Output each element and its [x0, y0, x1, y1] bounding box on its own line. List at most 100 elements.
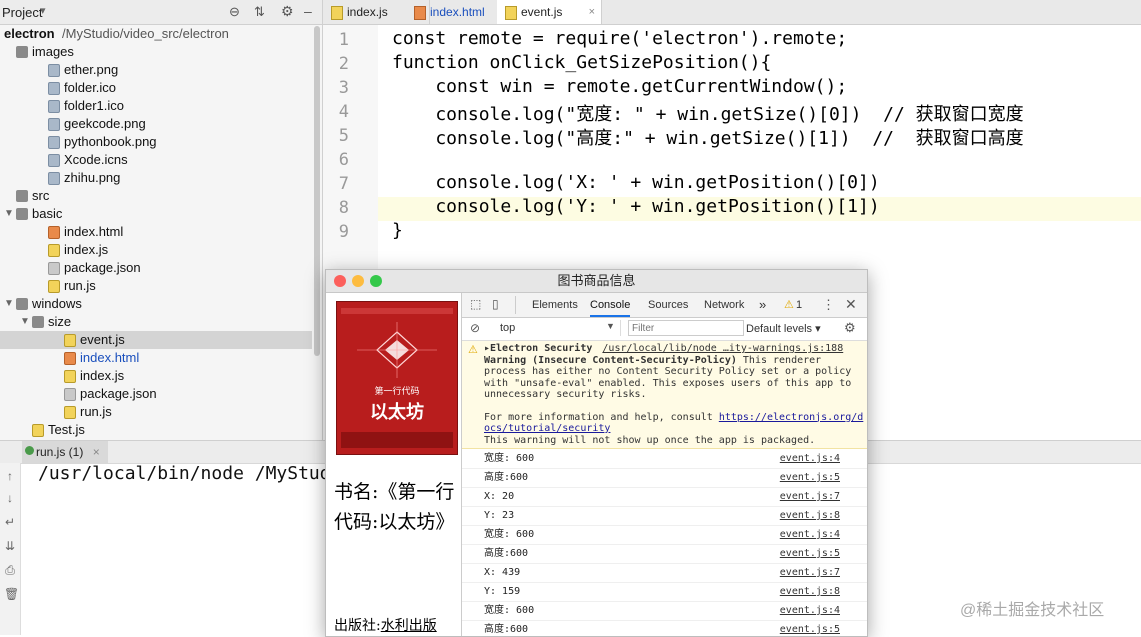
close-icon[interactable]: ✕ [845, 296, 857, 313]
tree-item[interactable]: run.js [0, 403, 312, 421]
tree-item-label: run.js [64, 278, 96, 293]
tree-item-label: src [32, 188, 50, 203]
tree-item[interactable]: index.html [0, 349, 312, 367]
scroll-from-source-icon[interactable]: ⇅ [254, 4, 265, 20]
log-source-link[interactable]: event.js:8 [780, 506, 840, 525]
console-filter-input[interactable] [628, 320, 744, 336]
console-filterbar: ⊘ top ▼ Default levels ▾ ⚙ [462, 318, 867, 341]
tree-item[interactable]: event.js [0, 331, 312, 349]
gear-icon[interactable]: ⚙ [281, 3, 294, 20]
project-title[interactable]: Project [2, 5, 42, 20]
app-titlebar[interactable]: 图书商品信息 [326, 270, 867, 293]
tab-network[interactable]: Network [704, 293, 744, 317]
code-line[interactable]: const remote = require('electron').remot… [392, 28, 847, 49]
tree-item[interactable]: index.html [0, 223, 312, 241]
log-source-link[interactable]: event.js:8 [780, 582, 840, 601]
log-source-link[interactable]: event.js:4 [780, 449, 840, 468]
chevron-down-icon[interactable]: ▼ [4, 205, 14, 223]
code-line[interactable]: } [392, 220, 403, 241]
tree-item[interactable]: src [0, 187, 312, 205]
log-source-link[interactable]: event.js:7 [780, 563, 840, 582]
warning-icon: ⚠ [468, 344, 478, 356]
code-line[interactable]: const win = remote.getCurrentWindow(); [392, 76, 847, 97]
tree-item[interactable]: index.js [0, 367, 312, 385]
tree-item[interactable]: ▼ basic [0, 205, 312, 223]
tree-item[interactable]: geekcode.png [0, 115, 312, 133]
clear-console-icon[interactable]: ⊘ [470, 321, 480, 335]
chevron-down-icon[interactable]: ▾ [40, 4, 46, 17]
scrollbar[interactable] [314, 26, 320, 356]
device-toolbar-icon[interactable]: ▯ [492, 297, 499, 311]
context-select[interactable]: top ▼ [492, 320, 621, 336]
warning-title[interactable]: ▸Electron Security [484, 343, 592, 354]
more-tabs-button[interactable]: » [759, 293, 766, 317]
trash-icon[interactable]: 🗑 [4, 587, 19, 601]
gear-icon[interactable]: ⚙ [844, 320, 856, 336]
log-source-link[interactable]: event.js:5 [780, 544, 840, 563]
folder-icon [16, 190, 28, 202]
run-tab[interactable]: run.js (1) × [22, 441, 108, 463]
tree-item[interactable]: images [0, 43, 312, 61]
project-panel: Project ▾ ⊖ ⇅ ⚙ – electron /MyStudio/vid… [0, 0, 323, 440]
file-icon [48, 64, 60, 77]
chevron-down-icon: ▼ [606, 321, 615, 331]
log-message: Y: 159 [484, 586, 521, 597]
tree-item[interactable]: pythonbook.png [0, 133, 312, 151]
log-source-link[interactable]: event.js:7 [780, 487, 840, 506]
code-line[interactable]: function onClick_GetSizePosition(){ [392, 52, 771, 73]
log-source-link[interactable]: event.js:5 [780, 620, 840, 636]
close-icon[interactable]: × [93, 445, 100, 459]
tree-root[interactable]: electron /MyStudio/video_src/electron [0, 25, 312, 43]
chevron-down-icon[interactable]: ▼ [4, 295, 14, 313]
log-message: X: 20 [484, 491, 515, 502]
tree-item-label: package.json [64, 260, 141, 275]
tab-sources[interactable]: Sources [648, 293, 688, 317]
tree-item[interactable]: ▼ size [0, 313, 312, 331]
menu-icon[interactable]: ⋮ [822, 297, 835, 313]
tab-event-js[interactable]: event.js × [497, 0, 602, 24]
inspect-icon[interactable]: ⬚ [470, 297, 481, 311]
tree-item[interactable]: folder1.ico [0, 97, 312, 115]
tree-item[interactable]: run.js [0, 277, 312, 295]
publisher-value[interactable]: 水利出版 [381, 618, 437, 634]
tree-item[interactable]: folder.ico [0, 79, 312, 97]
log-levels-select[interactable]: Default levels ▾ [746, 322, 821, 335]
tree-item-label: index.html [80, 350, 140, 365]
scroll-end-icon[interactable]: ⇊ [4, 539, 16, 553]
line-number: 6 [338, 150, 349, 170]
code-line[interactable]: console.log("高度:" + win.getSize()[1]) //… [392, 124, 1023, 150]
log-message: Y: 23 [484, 510, 515, 521]
chevron-down-icon[interactable]: ▼ [20, 313, 30, 331]
tree-item[interactable]: zhihu.png [0, 169, 312, 187]
warning-icon[interactable]: ⚠ [784, 298, 794, 311]
tree-item[interactable]: Xcode.icns [0, 151, 312, 169]
print-icon[interactable]: ⎙ [4, 563, 16, 578]
collapse-icon[interactable]: ⊖ [229, 4, 240, 20]
up-arrow-icon[interactable]: ↑ [4, 469, 16, 483]
tree-item[interactable]: index.js [0, 241, 312, 259]
down-arrow-icon[interactable]: ↓ [4, 491, 16, 505]
code-line[interactable]: console.log('X: ' + win.getPosition()[0]… [392, 172, 879, 193]
code-line[interactable]: console.log("宽度: " + win.getSize()[0]) /… [392, 100, 1023, 126]
tree-item[interactable]: ether.png [0, 61, 312, 79]
file-icon [48, 244, 60, 257]
tree-item[interactable]: Test.js [0, 421, 312, 439]
log-source-link[interactable]: event.js:4 [780, 601, 840, 620]
console-log-row: 宽度: 600 event.js:4 [462, 601, 867, 621]
tree-item[interactable]: ▼ windows [0, 295, 312, 313]
tab-label: index.html [430, 5, 485, 19]
log-source-link[interactable]: event.js:5 [780, 468, 840, 487]
warning-source[interactable]: /usr/local/lib/node …ity-warnings.js:188 [602, 343, 843, 354]
file-icon [48, 280, 60, 293]
tree-item[interactable]: package.json [0, 259, 312, 277]
tab-elements[interactable]: Elements [532, 293, 578, 317]
log-message: 高度:600 [484, 548, 529, 559]
hide-icon[interactable]: – [304, 3, 312, 19]
tree-item[interactable]: package.json [0, 385, 312, 403]
file-icon [64, 352, 76, 365]
tab-console[interactable]: Console [590, 293, 631, 317]
code-line[interactable]: console.log('Y: ' + win.getPosition()[1]… [392, 196, 879, 217]
wrap-icon[interactable]: ↵ [4, 515, 16, 529]
close-icon[interactable]: × [589, 0, 595, 24]
log-source-link[interactable]: event.js:4 [780, 525, 840, 544]
